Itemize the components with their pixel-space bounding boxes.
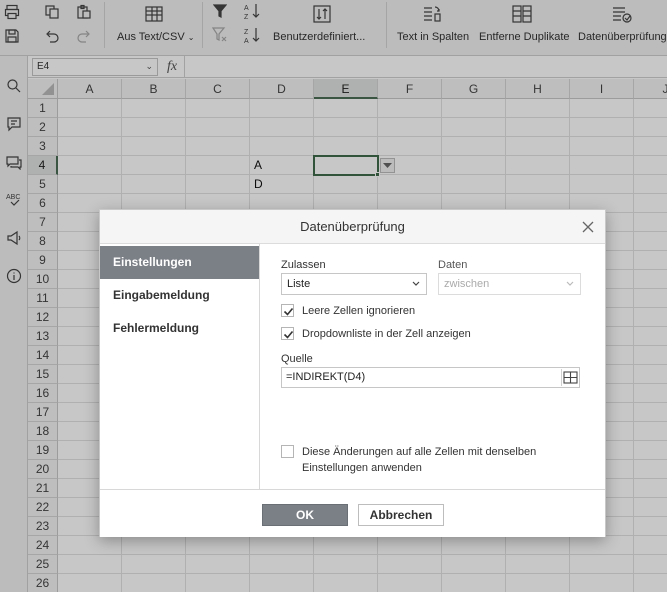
apply-all-label-line1: Diese Änderungen auf alle Zellen mit den… [302, 446, 537, 458]
ignore-blank-label: Leere Zellen ignorieren [302, 305, 416, 317]
show-dropdown-checkbox[interactable] [281, 327, 294, 340]
nav-fehlermeldung[interactable]: Fehlermeldung [100, 312, 259, 345]
nav-eingabemeldung[interactable]: Eingabemeldung [100, 279, 259, 312]
source-label: Quelle [281, 353, 313, 365]
allow-label: Zulassen [281, 259, 326, 271]
dialog-nav: Einstellungen Eingabemeldung Fehlermeldu… [100, 244, 260, 489]
apply-all-checkbox[interactable] [281, 445, 294, 458]
cancel-button[interactable]: Abbrechen [358, 504, 444, 526]
data-label: Daten [438, 259, 468, 271]
source-input[interactable]: =INDIREKT(D4) [281, 367, 580, 388]
close-icon[interactable] [581, 220, 595, 234]
data-select-value: zwischen [444, 278, 490, 290]
dialog-footer: OK Abbrechen [100, 489, 605, 537]
show-dropdown-label: Dropdownliste in der Zell anzeigen [302, 328, 471, 340]
dialog-header: Datenüberprüfung [100, 210, 605, 244]
source-input-value: =INDIREKT(D4) [286, 371, 366, 383]
dialog-title: Datenüberprüfung [300, 219, 405, 234]
chevron-down-icon [412, 279, 420, 289]
allow-select-value: Liste [287, 278, 311, 290]
apply-all-label-line2: Einstellungen anwenden [302, 462, 422, 474]
ignore-blank-checkbox[interactable] [281, 304, 294, 317]
ok-button[interactable]: OK [262, 504, 348, 526]
data-validation-dialog: Datenüberprüfung Einstellungen Eingabeme… [99, 209, 606, 537]
data-select: zwischen [438, 273, 581, 295]
chevron-down-icon [566, 279, 574, 289]
allow-select[interactable]: Liste [281, 273, 427, 295]
nav-einstellungen[interactable]: Einstellungen [100, 246, 259, 279]
range-select-icon[interactable] [561, 369, 578, 386]
